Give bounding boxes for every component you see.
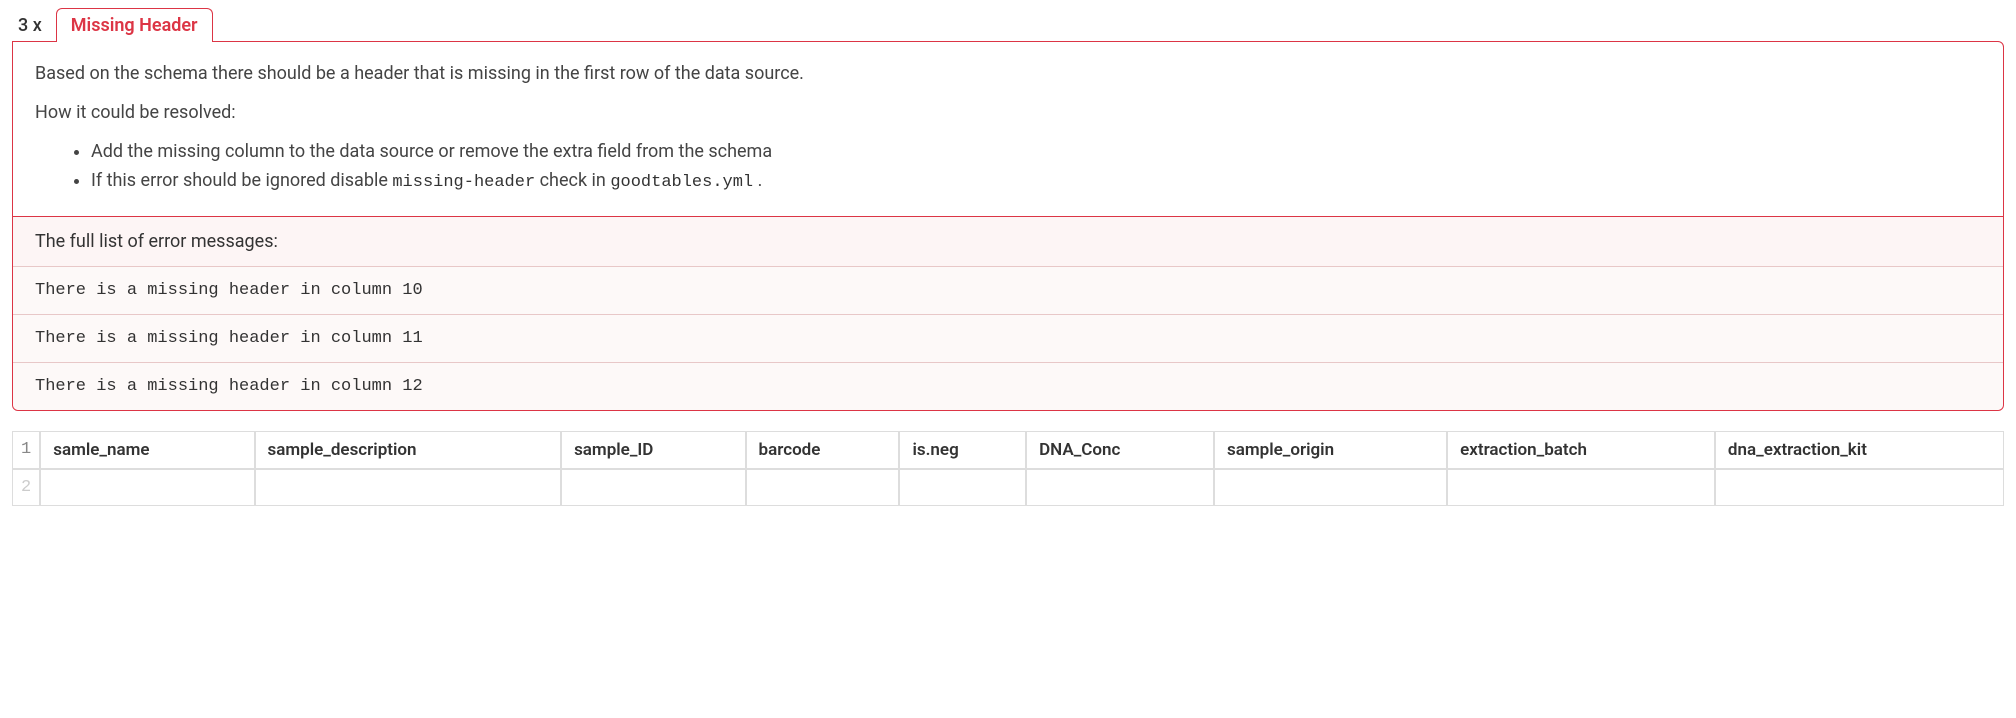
table-header-cell: extraction_batch: [1447, 431, 1715, 469]
error-message: There is a missing header in column 12: [13, 362, 2003, 410]
table-header-cell: sample_origin: [1214, 431, 1447, 469]
table-header-cell: samle_name: [40, 431, 254, 469]
table-cell: [561, 469, 745, 506]
code-config-file: goodtables.yml: [610, 173, 753, 192]
row-number: 2: [12, 469, 40, 506]
table-header-cell: dna_extraction_kit: [1715, 431, 2004, 469]
table-header-cell: sample_ID: [561, 431, 745, 469]
table-cell: [899, 469, 1026, 506]
error-header: 3 x Missing Header: [12, 8, 2004, 42]
table-cell: [1715, 469, 2004, 506]
error-tab[interactable]: Missing Header: [56, 8, 213, 42]
table-cell: [40, 469, 254, 506]
error-description: Based on the schema there should be a he…: [13, 42, 2003, 216]
table-cell: [1214, 469, 1447, 506]
table-row: 1 samle_name sample_description sample_I…: [12, 431, 2004, 469]
table-cell: [255, 469, 562, 506]
table-header-cell: is.neg: [899, 431, 1026, 469]
error-panel: Based on the schema there should be a he…: [12, 41, 2004, 411]
resolution-item: Add the missing column to the data sourc…: [91, 138, 1981, 165]
error-message: There is a missing header in column 11: [13, 314, 2003, 362]
resolution-item: If this error should be ignored disable …: [91, 167, 1981, 196]
error-description-text: Based on the schema there should be a he…: [35, 60, 1981, 87]
table-header-cell: sample_description: [255, 431, 562, 469]
table-header-cell: DNA_Conc: [1026, 431, 1214, 469]
resolution-intro: How it could be resolved:: [35, 99, 1981, 126]
data-table: 1 samle_name sample_description sample_I…: [12, 431, 2004, 506]
table-header-cell: barcode: [746, 431, 900, 469]
error-message: There is a missing header in column 10: [13, 266, 2003, 314]
code-check-name: missing-header: [392, 173, 535, 192]
table-cell: [1447, 469, 1715, 506]
table-row: 2: [12, 469, 2004, 506]
resolution-list: Add the missing column to the data sourc…: [35, 138, 1981, 196]
table-cell: [1026, 469, 1214, 506]
row-number: 1: [12, 431, 40, 469]
table-cell: [746, 469, 900, 506]
error-list-title: The full list of error messages:: [13, 216, 2003, 266]
error-count: 3 x: [12, 11, 48, 40]
